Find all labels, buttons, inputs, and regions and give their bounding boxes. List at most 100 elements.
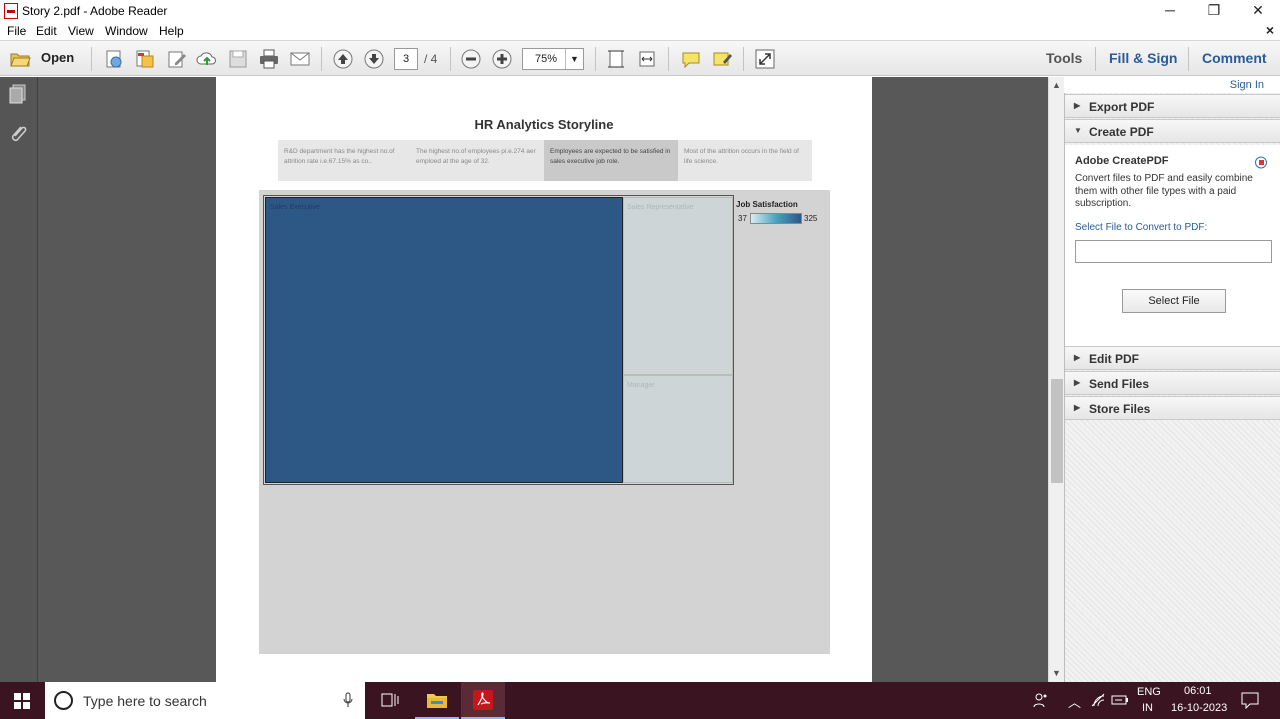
restore-button[interactable]: ❐	[1192, 0, 1236, 22]
story-point-3[interactable]: Employees are expected to be satisfied i…	[544, 140, 678, 181]
show-hidden-icons-chevron[interactable]: ︿	[1068, 692, 1081, 711]
legend-max: 325	[804, 214, 818, 223]
region-indicator[interactable]: IN	[1142, 702, 1153, 714]
sign-in-link[interactable]: Sign In	[1230, 79, 1264, 91]
fill-sign-tab[interactable]: Fill & Sign	[1109, 50, 1177, 66]
fit-width-icon[interactable]	[636, 48, 658, 70]
task-view-icon[interactable]	[368, 682, 412, 719]
wifi-icon[interactable]	[1090, 693, 1106, 708]
treemap-cell-sales-executive[interactable]: Sales Executive	[265, 197, 623, 483]
sign-in-bar: Sign In	[1064, 77, 1280, 93]
battery-icon[interactable]	[1111, 694, 1129, 706]
triangle-right-icon: ▶	[1074, 101, 1081, 110]
zoom-select[interactable]: 75% ▼	[522, 48, 584, 70]
email-icon[interactable]	[289, 48, 311, 70]
toolbar-separator	[450, 47, 451, 71]
microphone-icon[interactable]	[343, 692, 353, 708]
store-files-section[interactable]: ▶ Store Files	[1065, 396, 1280, 420]
toolbar-separator	[743, 47, 744, 71]
clock-time[interactable]: 06:01	[1184, 685, 1212, 697]
story-point-4[interactable]: Most of the attrition occurs in the fiel…	[678, 140, 812, 181]
story-point-1[interactable]: R&D department has the highest no.of att…	[278, 140, 410, 181]
edit-pdf-section[interactable]: ▶ Edit PDF	[1065, 346, 1280, 370]
create-pdf-section[interactable]: ▼ Create PDF	[1065, 119, 1280, 143]
page-total: / 4	[424, 52, 438, 66]
zoom-value: 75%	[535, 53, 558, 65]
create-pdf-icon[interactable]	[103, 48, 125, 70]
page-number-input[interactable]: 3	[394, 48, 418, 70]
search-placeholder: Type here to search	[83, 693, 207, 709]
select-file-label: Select File to Convert to PDF:	[1075, 222, 1208, 233]
page-thumbnails-icon[interactable]	[8, 84, 28, 106]
start-button[interactable]	[0, 682, 44, 719]
treemap-label: Sales Executive	[270, 204, 320, 211]
upload-cloud-icon[interactable]	[196, 48, 218, 70]
tools-pane: ▶ Export PDF ▼ Create PDF Adobe CreatePD…	[1064, 77, 1280, 682]
highlight-text-icon[interactable]	[711, 48, 733, 70]
tools-tab[interactable]: Tools	[1046, 50, 1082, 66]
clock-date[interactable]: 16-10-2023	[1171, 702, 1227, 714]
action-center-icon[interactable]	[1241, 692, 1259, 709]
toolbar-separator	[1095, 47, 1096, 71]
comment-tab[interactable]: Comment	[1202, 50, 1267, 66]
sticky-note-icon[interactable]	[680, 48, 702, 70]
window-title: Story 2.pdf - Adobe Reader	[22, 4, 168, 18]
attachments-paperclip-icon[interactable]	[8, 123, 28, 145]
adobe-reader-taskbar-icon[interactable]	[461, 682, 505, 719]
file-path-input[interactable]	[1075, 240, 1272, 263]
menu-bar: File Edit View Window Help ×	[0, 22, 1280, 40]
people-icon[interactable]	[1033, 692, 1049, 708]
previous-page-icon[interactable]	[332, 48, 354, 70]
treemap-label: Manager	[627, 382, 655, 389]
print-icon[interactable]	[258, 48, 280, 70]
taskbar-search-box[interactable]: Type here to search	[45, 682, 365, 719]
select-file-button[interactable]: Select File	[1122, 289, 1226, 313]
combine-files-icon[interactable]	[134, 48, 156, 70]
legend-min: 37	[738, 214, 747, 223]
full-screen-icon[interactable]	[754, 48, 776, 70]
scroll-down-icon[interactable]: ▼	[1052, 668, 1061, 678]
menu-edit[interactable]: Edit	[36, 24, 57, 38]
export-pdf-label: Export PDF	[1089, 100, 1155, 114]
language-indicator[interactable]: ENG	[1137, 686, 1161, 698]
edit-pdf-label: Edit PDF	[1089, 352, 1139, 366]
zoom-in-icon[interactable]	[491, 48, 513, 70]
treemap-cell-sales-representative[interactable]: Sales Representative	[623, 197, 733, 375]
story-title: HR Analytics Storyline	[474, 117, 614, 132]
save-icon[interactable]	[227, 48, 249, 70]
triangle-right-icon: ▶	[1074, 403, 1081, 412]
send-files-section[interactable]: ▶ Send Files	[1065, 371, 1280, 395]
open-folder-icon[interactable]	[9, 48, 31, 70]
minimize-button[interactable]: ─	[1148, 0, 1192, 22]
close-document-icon[interactable]: ×	[1266, 22, 1274, 38]
send-files-label: Send Files	[1089, 377, 1150, 391]
file-explorer-icon[interactable]	[415, 682, 459, 719]
triangle-right-icon: ▶	[1074, 353, 1081, 362]
open-button[interactable]: Open	[41, 50, 74, 65]
legend-color-ramp	[750, 213, 802, 224]
scroll-up-icon[interactable]: ▲	[1052, 80, 1061, 90]
close-button[interactable]: ✕	[1236, 0, 1280, 22]
toolbar-separator	[668, 47, 669, 71]
scrollbar-thumb[interactable]	[1051, 379, 1063, 483]
createpdf-description: Convert files to PDF and easily combine …	[1075, 173, 1253, 209]
navigation-pane	[0, 77, 38, 682]
story-point-2[interactable]: The highest no.of employees pi.e.274 aer…	[410, 140, 544, 181]
treemap-label: Sales Representative	[627, 204, 694, 211]
menu-file[interactable]: File	[7, 24, 26, 38]
menu-view[interactable]: View	[68, 24, 94, 38]
next-page-icon[interactable]	[363, 48, 385, 70]
export-pdf-section[interactable]: ▶ Export PDF	[1065, 94, 1280, 118]
treemap-cell-manager[interactable]: Manager	[623, 375, 733, 483]
windows-taskbar: Type here to search ︿ ENG IN 06:01 16-10…	[0, 682, 1280, 719]
create-pdf-panel: Adobe CreatePDF Convert files to PDF and…	[1065, 145, 1280, 348]
menu-help[interactable]: Help	[159, 24, 184, 38]
vertical-scrollbar[interactable]: ▲ ▼	[1048, 77, 1064, 682]
zoom-out-icon[interactable]	[460, 48, 482, 70]
edit-document-icon[interactable]	[166, 48, 188, 70]
triangle-down-icon: ▼	[1074, 126, 1082, 135]
create-pdf-label: Create PDF	[1089, 125, 1154, 139]
chevron-down-icon[interactable]: ▼	[565, 49, 583, 69]
fit-page-icon[interactable]	[605, 48, 627, 70]
menu-window[interactable]: Window	[105, 24, 148, 38]
